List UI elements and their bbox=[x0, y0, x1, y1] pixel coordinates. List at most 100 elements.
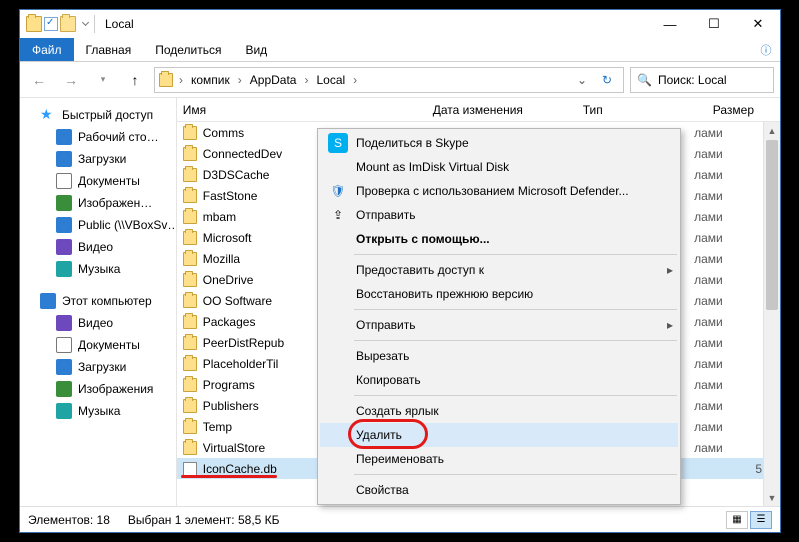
ctx-share[interactable]: ⇪Отправить bbox=[320, 203, 678, 227]
col-name[interactable]: Имя bbox=[183, 103, 433, 117]
sidebar-item-music[interactable]: Музыка bbox=[20, 258, 176, 280]
breadcrumb[interactable]: компик bbox=[189, 73, 232, 87]
sidebar-item-network-share[interactable]: Public (\\VBoxSv… bbox=[20, 214, 176, 236]
breadcrumb[interactable]: Local bbox=[314, 73, 347, 87]
view-large-icons-button[interactable]: ▦ bbox=[726, 511, 748, 529]
sidebar-item-desktop[interactable]: Рабочий сто… bbox=[20, 126, 176, 148]
separator bbox=[354, 395, 677, 396]
pc-icon bbox=[40, 293, 56, 309]
network-icon bbox=[56, 217, 72, 233]
folder-icon bbox=[183, 168, 197, 182]
ctx-copy[interactable]: Копировать bbox=[320, 368, 678, 392]
ctx-label: Открыть с помощью... bbox=[356, 232, 678, 246]
chevron-right-icon: ▸ bbox=[662, 263, 678, 277]
chevron-right-icon[interactable]: › bbox=[302, 73, 310, 87]
sidebar-item-documents[interactable]: Документы bbox=[20, 334, 176, 356]
tab-view[interactable]: Вид bbox=[233, 38, 279, 61]
ctx-open-with[interactable]: Открыть с помощью... bbox=[320, 227, 678, 251]
tab-home[interactable]: Главная bbox=[74, 38, 144, 61]
sidebar-item-label: Документы bbox=[78, 174, 140, 188]
ctx-restore-previous[interactable]: Восстановить прежнюю версию bbox=[320, 282, 678, 306]
sidebar-item-downloads[interactable]: Загрузки bbox=[20, 148, 176, 170]
skype-icon: S bbox=[328, 133, 348, 153]
ctx-send-to[interactable]: Отправить▸ bbox=[320, 313, 678, 337]
qat-dropdown-icon[interactable] bbox=[81, 18, 88, 25]
sidebar-item-videos[interactable]: Видео bbox=[20, 312, 176, 334]
separator bbox=[354, 254, 677, 255]
status-bar: Элементов: 18 Выбран 1 элемент: 58,5 КБ … bbox=[20, 506, 780, 532]
ctx-delete[interactable]: Удалить bbox=[320, 423, 678, 447]
search-placeholder: Поиск: Local bbox=[658, 73, 727, 87]
recent-dropdown[interactable]: ▾ bbox=[90, 67, 116, 93]
tab-share[interactable]: Поделиться bbox=[143, 38, 233, 61]
address-bar[interactable]: › компик › AppData › Local › ⌄ ↻ bbox=[154, 67, 624, 93]
up-button[interactable]: ↑ bbox=[122, 67, 148, 93]
ctx-cut[interactable]: Вырезать bbox=[320, 344, 678, 368]
ctx-label: Копировать bbox=[356, 373, 678, 387]
breadcrumb[interactable]: AppData bbox=[248, 73, 299, 87]
ctx-mount-imdisk[interactable]: Mount as ImDisk Virtual Disk bbox=[320, 155, 678, 179]
ctx-label: Свойства bbox=[356, 483, 678, 497]
ctx-share-skype[interactable]: SПоделиться в Skype bbox=[320, 131, 678, 155]
column-headers[interactable]: Имя Дата изменения Тип Размер bbox=[177, 98, 780, 122]
col-size[interactable]: Размер bbox=[713, 103, 780, 117]
chevron-right-icon[interactable]: › bbox=[236, 73, 244, 87]
chevron-right-icon[interactable]: › bbox=[351, 73, 359, 87]
minimize-button[interactable]: — bbox=[648, 10, 692, 38]
music-icon bbox=[56, 261, 72, 277]
navigation-pane[interactable]: ★Быстрый доступ Рабочий сто… Загрузки До… bbox=[20, 98, 177, 506]
scroll-down-button[interactable]: ▼ bbox=[764, 489, 780, 506]
documents-icon bbox=[56, 337, 72, 353]
annotation-underline bbox=[181, 475, 277, 478]
qat-properties[interactable] bbox=[44, 17, 58, 31]
forward-button[interactable]: → bbox=[58, 67, 84, 93]
search-input[interactable]: 🔍 Поиск: Local bbox=[630, 67, 774, 93]
sidebar-item-documents[interactable]: Документы bbox=[20, 170, 176, 192]
disk-icon bbox=[328, 157, 348, 177]
ctx-label: Отправить bbox=[356, 318, 662, 332]
sidebar-item-music[interactable]: Музыка bbox=[20, 400, 176, 422]
sidebar-this-pc[interactable]: Этот компьютер bbox=[20, 290, 176, 312]
scroll-up-button[interactable]: ▲ bbox=[764, 122, 780, 139]
videos-icon bbox=[56, 315, 72, 331]
ctx-label: Проверка с использованием Microsoft Defe… bbox=[356, 184, 678, 198]
sidebar-item-pictures[interactable]: Изображен… bbox=[20, 192, 176, 214]
status-count: Элементов: 18 bbox=[28, 513, 110, 527]
refresh-button[interactable]: ↻ bbox=[595, 68, 619, 92]
folder-icon bbox=[183, 294, 197, 308]
address-dropdown-icon[interactable]: ⌄ bbox=[573, 73, 591, 87]
ctx-give-access[interactable]: Предоставить доступ к▸ bbox=[320, 258, 678, 282]
music-icon bbox=[56, 403, 72, 419]
ctx-label: Предоставить доступ к bbox=[356, 263, 662, 277]
qat-newfolder[interactable] bbox=[60, 16, 76, 32]
separator bbox=[354, 474, 677, 475]
col-type[interactable]: Тип bbox=[583, 103, 713, 117]
maximize-button[interactable]: ☐ bbox=[692, 10, 736, 38]
sidebar-item-label: Документы bbox=[78, 338, 140, 352]
sidebar-item-downloads[interactable]: Загрузки bbox=[20, 356, 176, 378]
sidebar-item-videos[interactable]: Видео bbox=[20, 236, 176, 258]
ctx-defender-scan[interactable]: 🛡Проверка с использованием Microsoft Def… bbox=[320, 179, 678, 203]
folder-icon bbox=[159, 73, 173, 87]
col-date[interactable]: Дата изменения bbox=[433, 103, 583, 117]
ctx-rename[interactable]: Переименовать bbox=[320, 447, 678, 471]
view-details-button[interactable]: ☰ bbox=[750, 511, 772, 529]
ctx-label: Восстановить прежнюю версию bbox=[356, 287, 678, 301]
status-selection: Выбран 1 элемент: 58,5 КБ bbox=[128, 513, 280, 527]
titlebar[interactable]: Local — ☐ ✕ bbox=[20, 10, 780, 38]
ctx-properties[interactable]: Свойства bbox=[320, 478, 678, 502]
close-button[interactable]: ✕ bbox=[736, 10, 780, 38]
ctx-create-shortcut[interactable]: Создать ярлык bbox=[320, 399, 678, 423]
sidebar-item-label: Этот компьютер bbox=[62, 294, 152, 308]
scrollbar-vertical[interactable]: ▲ ▼ bbox=[763, 122, 780, 506]
back-button[interactable]: ← bbox=[26, 67, 52, 93]
sidebar-quick-access[interactable]: ★Быстрый доступ bbox=[20, 104, 176, 126]
ribbon-expand-icon[interactable]: ⓘ bbox=[752, 38, 780, 61]
ctx-label: Вырезать bbox=[356, 349, 678, 363]
scroll-thumb[interactable] bbox=[766, 140, 778, 310]
share-icon: ⇪ bbox=[328, 205, 348, 225]
tab-file[interactable]: Файл bbox=[20, 38, 74, 61]
sidebar-item-pictures[interactable]: Изображения bbox=[20, 378, 176, 400]
chevron-right-icon[interactable]: › bbox=[177, 73, 185, 87]
ctx-label: Создать ярлык bbox=[356, 404, 678, 418]
